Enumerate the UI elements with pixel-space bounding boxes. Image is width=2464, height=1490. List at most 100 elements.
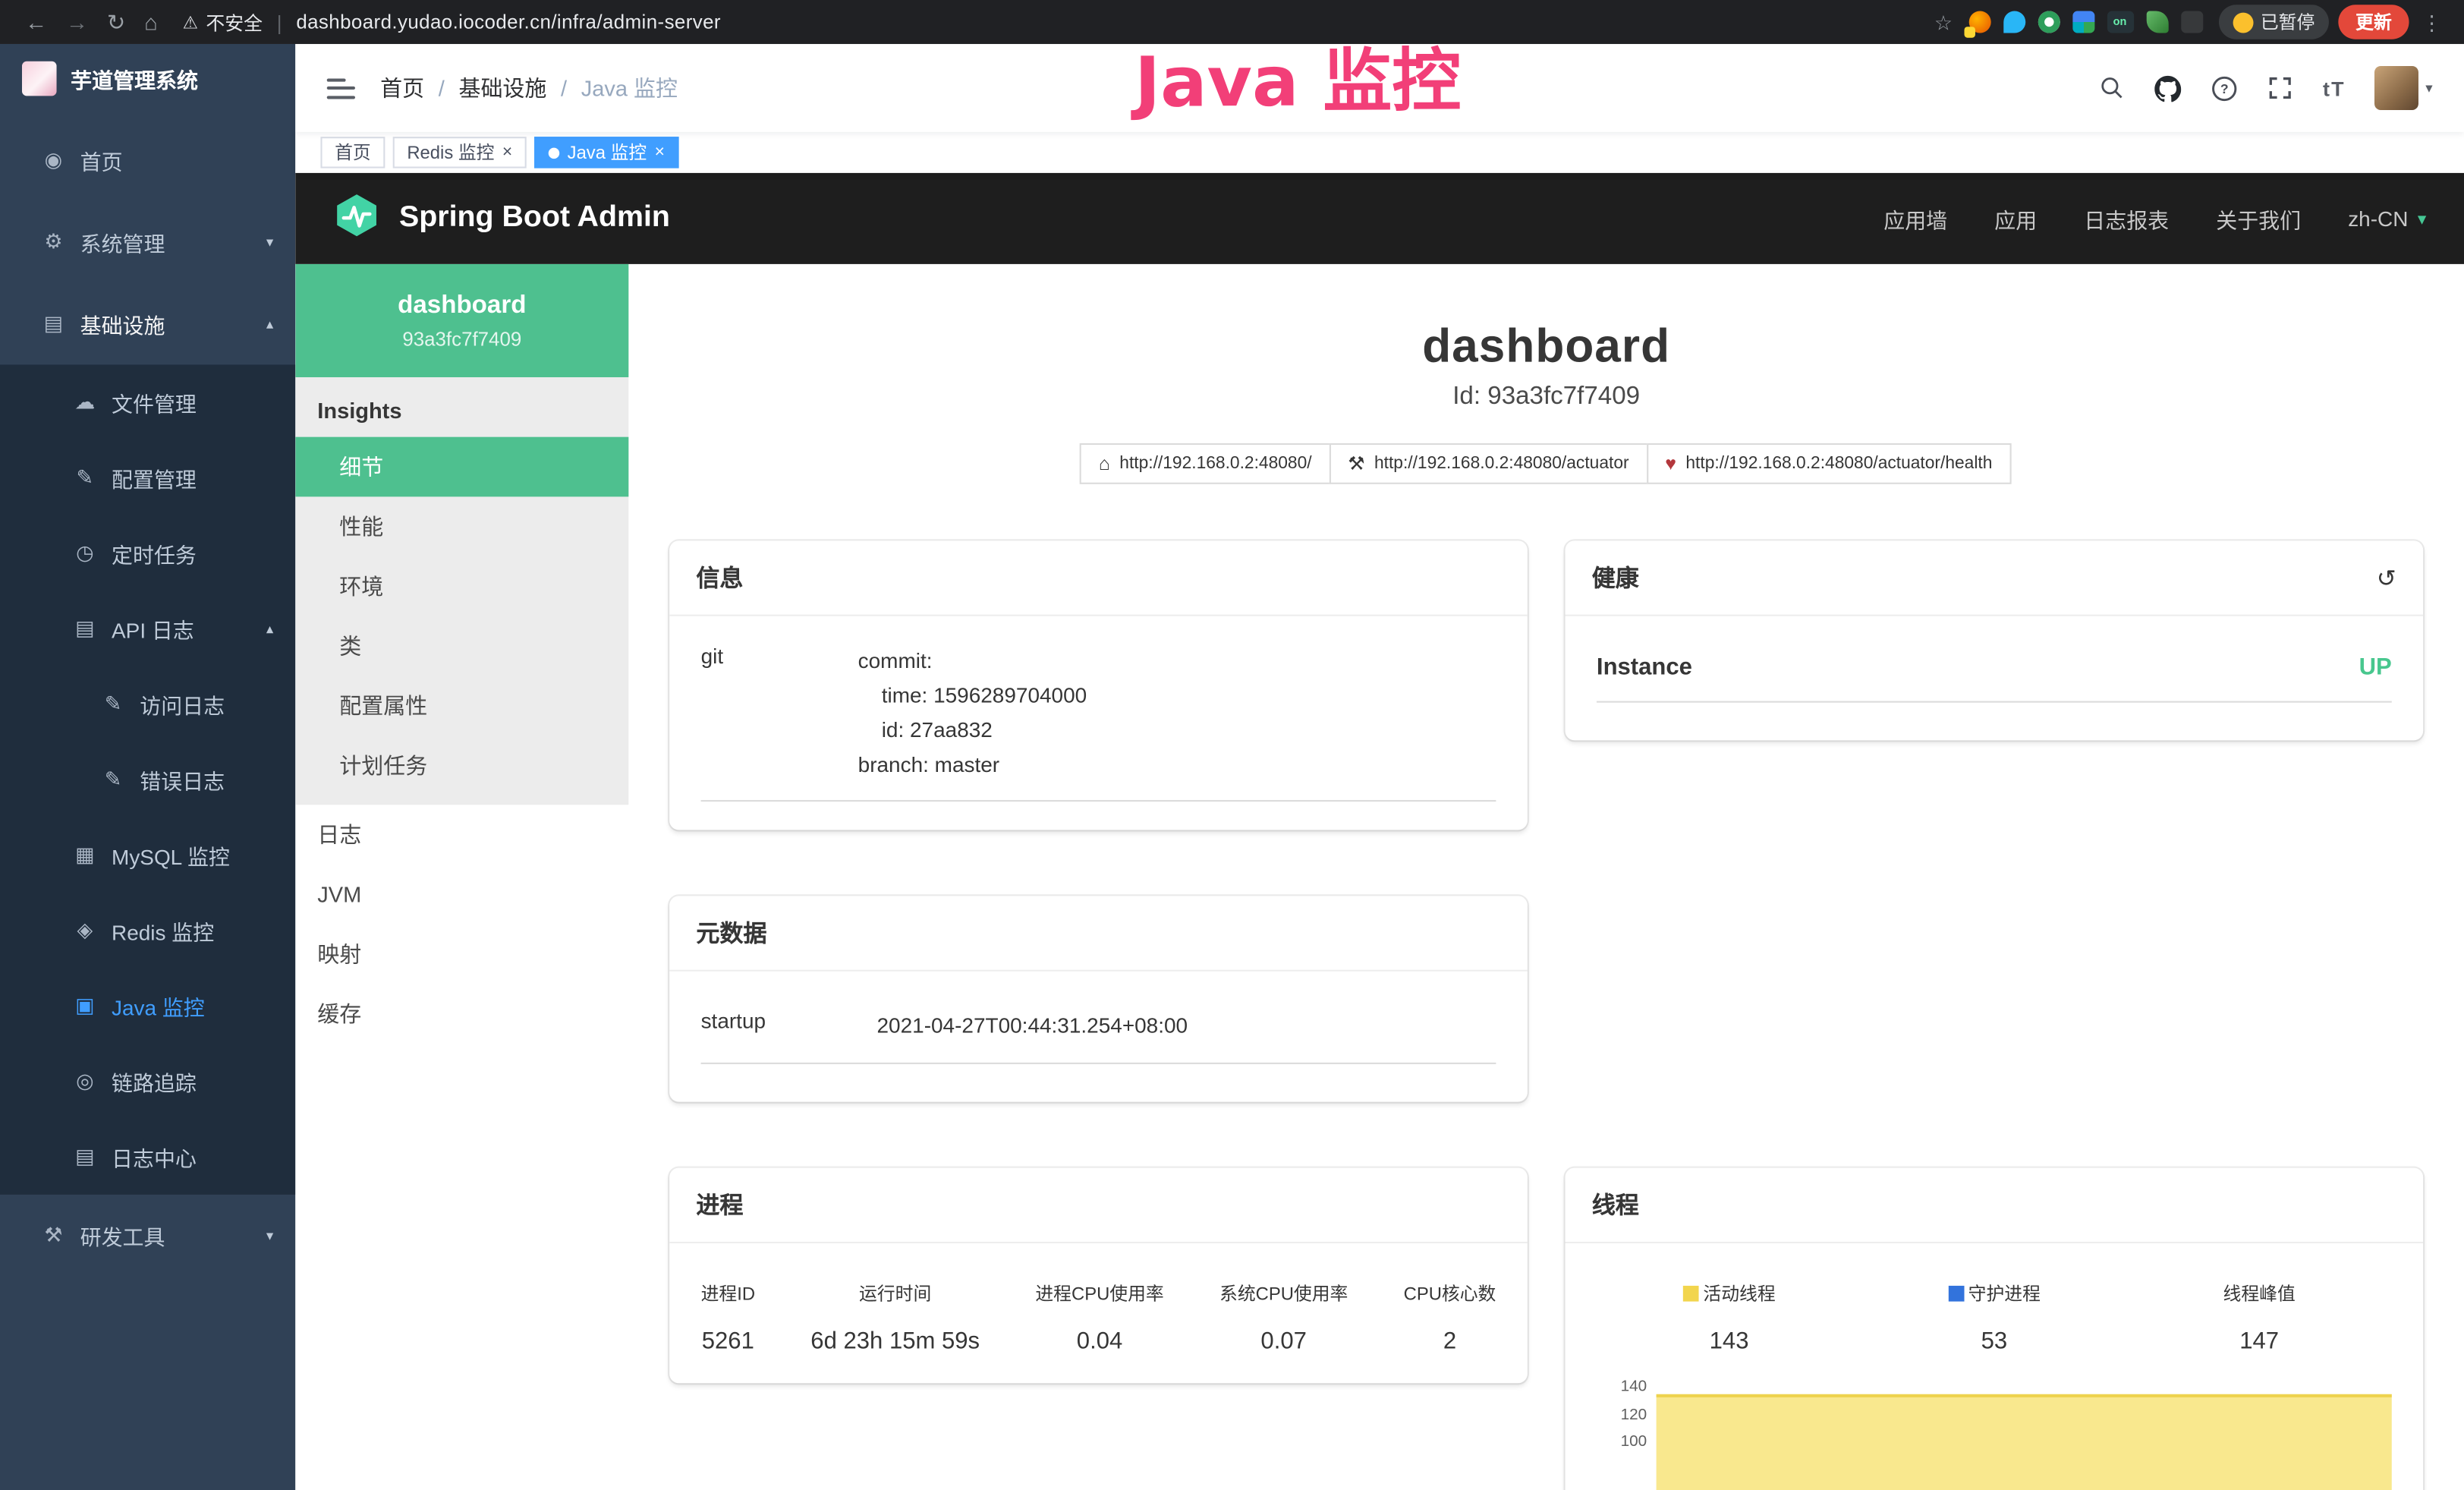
sidebar-item-label: 链路追踪 <box>112 1066 273 1097</box>
font-size-icon[interactable]: tT <box>2323 76 2346 99</box>
sba-nav-applications[interactable]: 应用 <box>1994 203 2037 234</box>
chevron-down-icon: ▾ <box>266 1227 273 1244</box>
search-icon[interactable] <box>2100 75 2125 100</box>
app-logo-title: 芋道管理系统 <box>71 63 198 94</box>
active-threads-area <box>1657 1394 2392 1490</box>
menu-item-scheduled-tasks[interactable]: 计划任务 <box>295 736 628 795</box>
avatar-caret-icon[interactable]: ▾ <box>2425 80 2432 97</box>
extension-leaf-icon[interactable] <box>2146 11 2168 33</box>
legend-daemon-threads: 守护进程 53 <box>1861 1281 2126 1355</box>
user-avatar[interactable] <box>2375 66 2419 110</box>
chevron-up-icon: ▴ <box>266 315 273 332</box>
extension-on-icon[interactable]: on <box>2107 11 2133 33</box>
sidebar-item-log-center[interactable]: ▤ 日志中心 <box>0 1119 295 1194</box>
column-header: 运行时间 <box>810 1281 980 1306</box>
browser-menu-icon[interactable]: ⋮ <box>2409 12 2449 33</box>
link-health-url[interactable]: ♥ http://192.168.0.2:48080/actuator/heal… <box>1646 443 2011 484</box>
tab-home[interactable]: 首页 <box>320 137 385 168</box>
tab-redis-monitor[interactable]: Redis 监控 × <box>393 137 527 168</box>
link-actuator-url[interactable]: ⚒ http://192.168.0.2:48080/actuator <box>1329 443 1647 484</box>
url-text[interactable]: dashboard.yudao.iocoder.cn/infra/admin-s… <box>296 11 721 33</box>
health-instance-row[interactable]: Instance UP <box>1597 654 2392 702</box>
legend-value: 53 <box>1861 1328 2126 1355</box>
close-icon[interactable]: × <box>655 143 665 161</box>
sidebar-item-error-logs[interactable]: ✎ 错误日志 <box>0 742 295 817</box>
sidebar-item-infra[interactable]: ▤ 基础设施 ▴ <box>0 283 295 365</box>
menu-item-details[interactable]: 细节 <box>295 437 628 497</box>
breadcrumb-separator: / <box>439 75 445 100</box>
sba-nav-wallboard[interactable]: 应用墙 <box>1883 203 1947 234</box>
forward-icon[interactable]: → <box>57 11 98 33</box>
info-row-git: git commit: time: 1596289704000 id: 27aa… <box>701 644 1496 802</box>
database-icon: ▦ <box>69 843 100 868</box>
sba-nav-journal[interactable]: 日志报表 <box>2084 203 2169 234</box>
reload-icon[interactable]: ↻ <box>97 11 134 33</box>
sidebar-item-devtools[interactable]: ⚒ 研发工具 ▾ <box>0 1195 295 1277</box>
sidebar-item-home[interactable]: ◉ 首页 <box>0 119 295 201</box>
sidebar-item-scheduled-jobs[interactable]: ◷ 定时任务 <box>0 515 295 591</box>
help-icon[interactable]: ? <box>2211 74 2238 101</box>
sidebar-item-label: 基础设施 <box>80 308 257 339</box>
hamburger-icon[interactable] <box>327 78 355 99</box>
breadcrumb-section[interactable]: 基础设施 <box>458 72 546 103</box>
menu-item-caches[interactable]: 缓存 <box>295 984 628 1044</box>
sidebar-item-java-monitor[interactable]: ▣ Java 监控 <box>0 969 295 1044</box>
profile-paused-badge[interactable]: 已暂停 <box>2218 5 2329 39</box>
sidebar-item-file-management[interactable]: ☁ 文件管理 <box>0 364 295 439</box>
extension-icon-3[interactable] <box>2038 11 2060 33</box>
sidebar-item-api-logs[interactable]: ▤ API 日志 ▴ <box>0 591 295 666</box>
menu-item-jvm[interactable]: JVM <box>295 865 628 925</box>
extension-icon-1[interactable] <box>1968 11 1990 33</box>
fullscreen-icon[interactable] <box>2268 75 2293 100</box>
sba-nav-about[interactable]: 关于我们 <box>2216 203 2301 234</box>
tag-tabbar: 首页 Redis 监控 × Java 监控 × <box>295 132 2464 173</box>
bookmark-star-icon[interactable]: ☆ <box>1924 12 1962 33</box>
legend-value: 147 <box>2127 1328 2392 1355</box>
extension-icon-2[interactable] <box>2003 11 2025 33</box>
app-logo[interactable]: 芋道管理系统 <box>0 44 295 113</box>
legend-value: 143 <box>1597 1328 1861 1355</box>
link-service-url[interactable]: ⌂ http://192.168.0.2:48080/ <box>1080 443 1330 484</box>
sidebar-item-redis-monitor[interactable]: ◈ Redis 监控 <box>0 893 295 968</box>
close-icon[interactable]: × <box>502 143 512 161</box>
extension-badge <box>1963 27 1974 37</box>
sidebar-item-config-management[interactable]: ✎ 配置管理 <box>0 440 295 515</box>
breadcrumb: 首页 / 基础设施 / Java 监控 <box>380 72 678 103</box>
menu-item-mappings[interactable]: 映射 <box>295 925 628 984</box>
menu-item-performance[interactable]: 性能 <box>295 496 628 556</box>
infra-icon: ▤ <box>38 311 69 336</box>
sidebar-item-access-logs[interactable]: ✎ 访问日志 <box>0 666 295 742</box>
sba-logo-icon[interactable] <box>333 191 380 246</box>
menu-item-config-properties[interactable]: 配置属性 <box>295 676 628 736</box>
gear-icon: ⚙ <box>38 229 69 254</box>
card-title: 健康 ↺ <box>1566 540 2424 616</box>
tab-label: Redis 监控 <box>407 140 494 165</box>
breadcrumb-home[interactable]: 首页 <box>380 72 424 103</box>
security-label[interactable]: 不安全 <box>206 8 263 35</box>
extension-icon-4[interactable] <box>2072 11 2094 33</box>
locale-select[interactable]: zh-CN ▾ <box>2348 206 2426 230</box>
history-icon[interactable]: ↺ <box>2377 563 2396 591</box>
active-threads-swatch <box>1682 1287 1698 1303</box>
extension-puzzle-icon[interactable] <box>2180 11 2202 33</box>
svg-text:?: ? <box>2220 80 2229 96</box>
sidebar-item-mysql-monitor[interactable]: ▦ MySQL 监控 <box>0 817 295 893</box>
chevron-down-icon: ▾ <box>266 234 273 251</box>
metadata-value: 2021-04-27T00:44:31.254+08:00 <box>877 1010 1496 1044</box>
instance-id: 93a3fc7f7409 <box>402 328 521 350</box>
home-icon[interactable]: ⌂ <box>135 11 167 33</box>
update-button[interactable]: 更新 <box>2338 5 2409 39</box>
menu-item-environment[interactable]: 环境 <box>295 556 628 616</box>
chevron-up-icon: ▴ <box>266 620 273 638</box>
sidebar-item-trace[interactable]: ◎ 链路追踪 <box>0 1044 295 1119</box>
tab-java-monitor[interactable]: Java 监控 × <box>534 137 678 168</box>
menu-item-logs[interactable]: 日志 <box>295 805 628 865</box>
github-icon[interactable] <box>2154 74 2181 101</box>
process-col-system-cpu: 系统CPU使用率 0.07 <box>1219 1281 1348 1355</box>
menu-item-classes[interactable]: 类 <box>295 616 628 676</box>
sidebar-item-system[interactable]: ⚙ 系统管理 ▾ <box>0 201 295 283</box>
tab-label: 首页 <box>335 140 371 165</box>
back-icon[interactable]: ← <box>16 11 57 33</box>
instance-header[interactable]: dashboard 93a3fc7f7409 <box>295 264 628 377</box>
cards-grid: 信息 git commit: time: 1596289704000 id: 2… <box>628 540 2464 1490</box>
